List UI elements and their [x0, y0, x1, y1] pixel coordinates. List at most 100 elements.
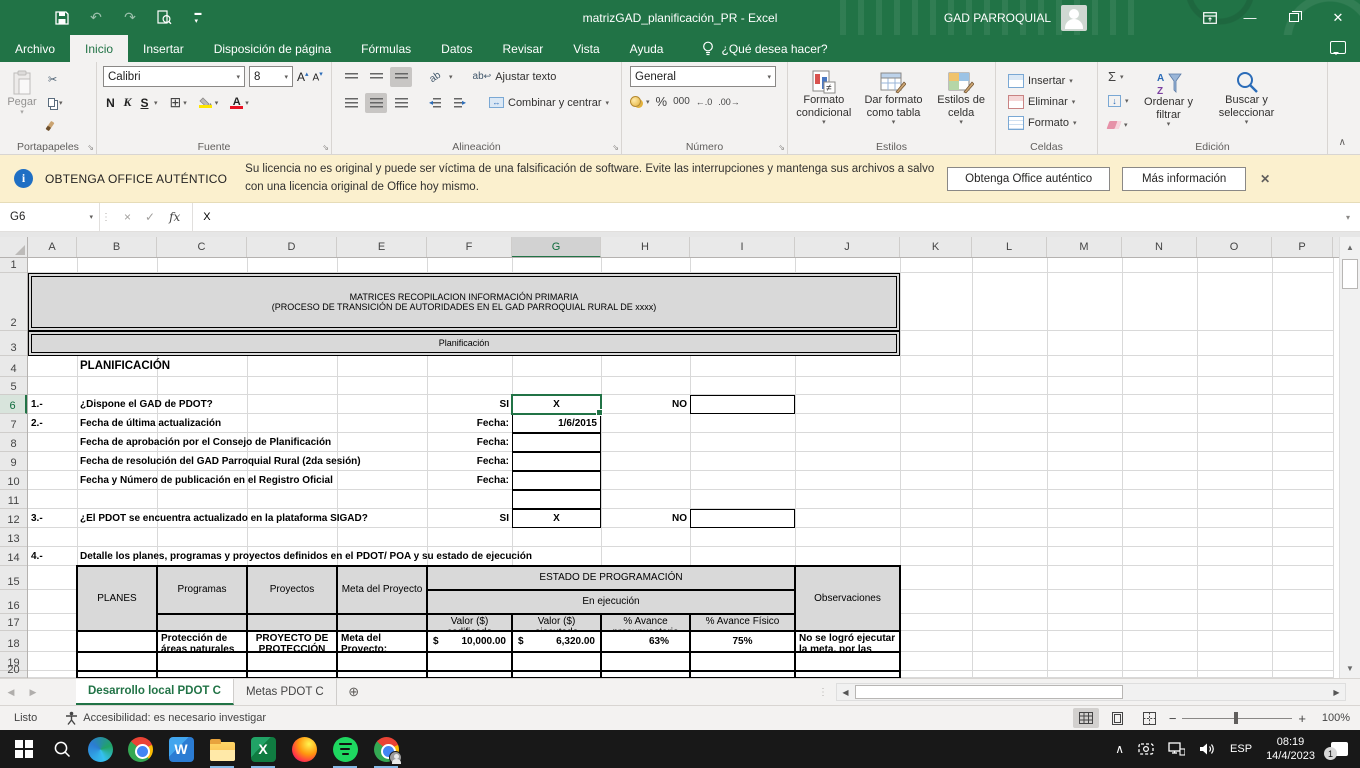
sheet-nav-prev-icon[interactable]: ◀	[0, 679, 22, 705]
td-empty-j19[interactable]	[795, 652, 900, 671]
q4-value[interactable]	[512, 452, 601, 471]
column-header-B[interactable]: B	[77, 237, 157, 257]
spotify-icon[interactable]	[332, 736, 358, 762]
accounting-format-icon[interactable]: ▾	[630, 96, 650, 107]
row-header-2[interactable]: 2	[0, 273, 27, 331]
vertical-scroll-thumb[interactable]	[1342, 259, 1358, 289]
underline-button[interactable]: S	[137, 96, 152, 110]
borders-icon[interactable]: ⊞	[170, 94, 182, 111]
q5-text[interactable]: Fecha y Número de publicación en el Regi…	[77, 471, 427, 490]
enter-icon[interactable]: ✓	[145, 210, 155, 224]
th-proyectos[interactable]: Proyectos	[247, 566, 337, 614]
th-meta[interactable]: Meta del Proyecto	[337, 566, 427, 614]
shrink-font-icon[interactable]: A▾	[313, 70, 323, 83]
q2-num[interactable]: 2.-	[28, 414, 77, 433]
q6-si-value[interactable]: X	[512, 509, 601, 528]
format-painter-icon[interactable]	[44, 115, 67, 136]
td-valor-ejecutado[interactable]: $6,320.00	[512, 631, 601, 652]
language-indicator[interactable]: ESP	[1230, 743, 1252, 755]
row-header-14[interactable]: 14	[0, 547, 27, 566]
warning-close-icon[interactable]: ✕	[1260, 172, 1270, 186]
get-genuine-office-button[interactable]: Obtenga Office auténtico	[947, 167, 1110, 191]
orientation-icon[interactable]: ab	[420, 62, 449, 91]
normal-view-icon[interactable]	[1073, 708, 1099, 728]
row-header-18[interactable]: 18	[0, 631, 27, 652]
percent-style-button[interactable]: %	[656, 94, 668, 109]
q6-num[interactable]: 3.-	[28, 509, 77, 528]
column-header-C[interactable]: C	[157, 237, 247, 257]
td-empty-b20[interactable]	[77, 671, 157, 678]
font-color-icon[interactable]: A	[230, 97, 243, 109]
account-name[interactable]: GAD PARROQUIAL	[944, 11, 1051, 25]
th-programas-sub[interactable]	[157, 614, 247, 631]
comma-style-button[interactable]: 000	[673, 96, 690, 107]
row-header-17[interactable]: 17	[0, 614, 27, 631]
td-empty-f19[interactable]	[427, 652, 512, 671]
row-header-11[interactable]: 11	[0, 490, 27, 509]
th-avance-presupuestario[interactable]: % Avance presupuestario	[601, 614, 690, 631]
tab-ayuda[interactable]: Ayuda	[615, 35, 679, 62]
name-box[interactable]: G6▾	[0, 203, 100, 231]
column-header-O[interactable]: O	[1197, 237, 1272, 257]
column-header-E[interactable]: E	[337, 237, 427, 257]
row-header-1[interactable]: 1	[0, 258, 27, 273]
column-header-A[interactable]: A	[28, 237, 77, 257]
q6-no-label[interactable]: NO	[601, 509, 690, 528]
expand-formula-bar-icon[interactable]: ▾	[1336, 203, 1360, 231]
th-valor-ejecutado[interactable]: Valor ($) ejecutado	[512, 614, 601, 631]
volume-icon[interactable]	[1199, 742, 1216, 756]
q5-value-2[interactable]	[512, 490, 601, 509]
word-icon[interactable]: W	[168, 736, 194, 762]
td-programa[interactable]: Protección de áreas naturales	[157, 631, 247, 652]
file-explorer-icon[interactable]	[209, 736, 235, 762]
italic-button[interactable]: K	[120, 95, 135, 110]
row-header-10[interactable]: 10	[0, 471, 27, 490]
q2-label[interactable]: Fecha:	[427, 414, 512, 433]
q5-label[interactable]: Fecha:	[427, 471, 512, 490]
chrome-profile-icon[interactable]	[373, 736, 399, 762]
q1-si-label[interactable]: SI	[427, 395, 512, 414]
row-header-16[interactable]: 16	[0, 590, 27, 614]
th-ejecucion[interactable]: En ejecución	[427, 590, 795, 614]
tab-disposicion[interactable]: Disposición de página	[199, 35, 346, 62]
row-header-20[interactable]: 20	[0, 671, 27, 678]
increase-indent-icon[interactable]: ▸	[449, 93, 471, 113]
th-valor-codificado[interactable]: Valor ($) codificado	[427, 614, 512, 631]
th-proyectos-sub[interactable]	[247, 614, 337, 631]
column-header-G[interactable]: G	[512, 237, 601, 258]
tab-archivo[interactable]: Archivo	[0, 35, 70, 62]
align-center-icon[interactable]	[365, 93, 387, 113]
column-header-J[interactable]: J	[795, 237, 900, 257]
firefox-icon[interactable]	[291, 736, 317, 762]
column-header-I[interactable]: I	[690, 237, 795, 257]
matrix-title[interactable]: MATRICES RECOPILACION INFORMACIÓN PRIMAR…	[28, 273, 900, 331]
td-avance-fisico[interactable]: 75%	[690, 631, 795, 652]
number-format-select[interactable]: General▾	[630, 66, 776, 87]
tab-inicio[interactable]: Inicio	[70, 35, 128, 62]
td-empty-d19[interactable]	[247, 652, 337, 671]
sheet-tab-metas[interactable]: Metas PDOT C	[234, 679, 337, 705]
q5-value[interactable]	[512, 471, 601, 490]
tray-expand-icon[interactable]: ∧	[1115, 742, 1124, 756]
scroll-right-icon[interactable]: ▶	[1330, 686, 1343, 699]
zoom-level[interactable]: 100%	[1312, 712, 1350, 724]
new-sheet-icon[interactable]: ⊕	[337, 679, 371, 705]
matrix-subtitle[interactable]: Planificación	[28, 331, 900, 356]
close-button[interactable]: ✕	[1316, 0, 1360, 35]
q2-text[interactable]: Fecha de última actualización	[77, 414, 427, 433]
th-observaciones[interactable]: Observaciones	[795, 566, 900, 631]
th-meta-sub[interactable]	[337, 614, 427, 631]
clipboard-dialog-launcher-icon[interactable]: ⇘	[87, 143, 94, 152]
q2-value[interactable]: 1/6/2015	[512, 414, 601, 433]
td-empty-h19[interactable]	[601, 652, 690, 671]
td-empty-g20[interactable]	[512, 671, 601, 678]
increase-decimal-icon[interactable]: ←.0	[696, 97, 713, 107]
vertical-scrollbar[interactable]: ▲ ▼	[1339, 237, 1360, 678]
autosum-button[interactable]: Σ▾	[1104, 66, 1133, 87]
edge-icon[interactable]	[87, 736, 113, 762]
q1-si-value[interactable]: X	[512, 395, 601, 414]
scroll-up-icon[interactable]: ▲	[1342, 239, 1358, 255]
td-meta[interactable]: Meta del Proyecto: Desarrollar	[337, 631, 427, 652]
copy-icon[interactable]: ▾	[44, 92, 67, 113]
sheet-tab-desarrollo[interactable]: Desarrollo local PDOT C	[76, 679, 234, 705]
